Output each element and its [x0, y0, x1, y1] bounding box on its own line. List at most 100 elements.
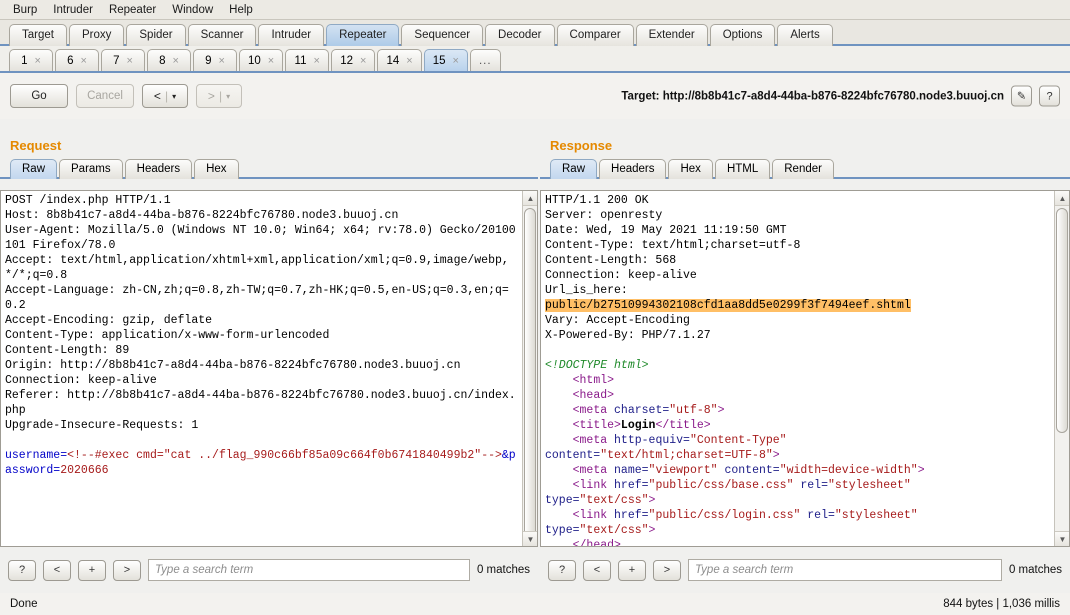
response-search-input[interactable]: Type a search term — [688, 559, 1002, 581]
menu-item-burp[interactable]: Burp — [6, 2, 44, 18]
back-button[interactable]: < | ▾ — [142, 84, 188, 108]
request-search-help-button[interactable]: ? — [8, 559, 36, 581]
response-body-line: </head> — [572, 539, 621, 546]
request-line: Referer: http://8b8b41c7-a8d4-44ba-b876-… — [5, 389, 516, 417]
cancel-button[interactable]: Cancel — [76, 84, 134, 108]
menu-item-repeater[interactable]: Repeater — [102, 2, 163, 18]
response-header-line: Url_is_here: — [545, 284, 628, 297]
close-icon[interactable]: × — [268, 55, 274, 67]
help-icon[interactable]: ? — [1039, 85, 1060, 107]
request-line: Content-Length: 89 — [5, 344, 130, 357]
close-icon[interactable]: × — [218, 55, 224, 67]
tab-alerts[interactable]: Alerts — [777, 24, 833, 46]
pencil-icon[interactable]: ✎ — [1011, 85, 1032, 107]
tab-spider[interactable]: Spider — [126, 24, 186, 46]
repeater-tab-9[interactable]: 9 × — [193, 49, 237, 71]
tab-sequencer[interactable]: Sequencer — [401, 24, 484, 46]
response-search-add-button[interactable]: + — [618, 559, 646, 581]
request-search-next-button[interactable]: > — [113, 559, 141, 581]
forward-button[interactable]: > | ▾ — [196, 84, 242, 108]
repeater-tab-label: 8 — [159, 54, 166, 67]
request-raw-text[interactable]: POST /index.php HTTP/1.1 Host: 8b8b41c7-a… — [1, 191, 522, 546]
request-line: User-Agent: Mozilla/5.0 (Windows NT 10.0… — [5, 224, 516, 252]
request-line: Accept: text/html,application/xhtml+xml,… — [5, 254, 509, 282]
button-separator: | — [164, 89, 169, 103]
response-tab-html[interactable]: HTML — [714, 159, 771, 179]
response-scrollbar[interactable]: ▲ ▼ — [1054, 191, 1069, 546]
repeater-tab-label: 11 — [294, 54, 307, 67]
repeater-tab-15[interactable]: 15 × — [423, 49, 468, 71]
response-tab-raw[interactable]: Raw — [550, 159, 598, 179]
status-bar: Done 844 bytes | 1,036 millis — [0, 593, 1070, 615]
close-icon[interactable]: × — [126, 55, 132, 67]
request-tab-hex[interactable]: Hex — [194, 159, 239, 179]
request-tab-raw[interactable]: Raw — [10, 159, 58, 179]
repeater-tab-strip: 1 × 6 × 7 × 8 × 9 × 10 × 11 × 12 × 14 × 15 ×... — [0, 46, 1070, 73]
scroll-down-icon[interactable]: ▼ — [1055, 531, 1069, 546]
repeater-tab-1[interactable]: 1 × — [9, 49, 53, 71]
scroll-up-icon[interactable]: ▲ — [1055, 191, 1069, 206]
close-icon[interactable]: × — [406, 55, 412, 67]
request-scrollbar[interactable]: ▲ ▼ — [522, 191, 537, 546]
response-body-line: <meta http-equiv="Content-Type" — [572, 434, 787, 447]
menu-item-help[interactable]: Help — [222, 2, 260, 18]
close-icon[interactable]: × — [172, 55, 178, 67]
close-icon[interactable]: × — [313, 55, 319, 67]
scrollbar-thumb[interactable] — [524, 208, 536, 538]
tab-comparer[interactable]: Comparer — [556, 24, 634, 46]
response-search-help-button[interactable]: ? — [548, 559, 576, 581]
highlighted-url-line: public/b27510994302108cfd1aa8dd5e0299f3f… — [545, 298, 1050, 313]
menu-item-window[interactable]: Window — [165, 2, 220, 18]
scroll-down-icon[interactable]: ▼ — [523, 531, 537, 546]
repeater-tab-label: 7 — [113, 54, 120, 67]
tab-proxy[interactable]: Proxy — [68, 24, 125, 46]
repeater-tab-moremoremore[interactable]: ... — [469, 49, 501, 71]
menu-item-intruder[interactable]: Intruder — [46, 2, 100, 18]
scrollbar-thumb[interactable] — [1056, 208, 1068, 433]
tab-extender[interactable]: Extender — [635, 24, 708, 46]
request-search-input[interactable]: Type a search term — [148, 559, 470, 581]
request-search-add-button[interactable]: + — [78, 559, 106, 581]
close-icon[interactable]: × — [453, 55, 459, 67]
tab-decoder[interactable]: Decoder — [485, 24, 555, 46]
close-icon[interactable]: × — [34, 55, 40, 67]
response-tab-render[interactable]: Render — [772, 159, 834, 179]
repeater-tab-11[interactable]: 11 × — [285, 49, 330, 71]
request-editor[interactable]: POST /index.php HTTP/1.1 Host: 8b8b41c7-a… — [0, 190, 538, 547]
request-match-count: 0 matches — [476, 564, 530, 576]
response-editor[interactable]: HTTP/1.1 200 OK Server: openresty Date: We… — [540, 190, 1070, 547]
request-tab-headers[interactable]: Headers — [124, 159, 193, 179]
response-raw-text[interactable]: HTTP/1.1 200 OK Server: openresty Date: We… — [541, 191, 1054, 546]
repeater-tab-7[interactable]: 7 × — [101, 49, 145, 71]
request-tab-params[interactable]: Params — [59, 159, 123, 179]
main-tab-strip: Target Proxy Spider Scanner Intruder Rep… — [0, 20, 1070, 46]
repeater-tab-label: ... — [478, 54, 492, 67]
repeater-tab-6[interactable]: 6 × — [55, 49, 99, 71]
repeater-tab-14[interactable]: 14 × — [377, 49, 422, 71]
response-search-next-button[interactable]: > — [653, 559, 681, 581]
response-tab-hex[interactable]: Hex — [668, 159, 713, 179]
response-stats: 844 bytes | 1,036 millis — [943, 598, 1060, 610]
tab-intruder[interactable]: Intruder — [258, 24, 325, 46]
tab-scanner[interactable]: Scanner — [187, 24, 257, 46]
close-icon[interactable]: × — [360, 55, 366, 67]
go-button[interactable]: Go — [10, 84, 68, 108]
tab-options[interactable]: Options — [709, 24, 776, 46]
request-search-prev-button[interactable]: < — [43, 559, 71, 581]
scroll-up-icon[interactable]: ▲ — [523, 191, 537, 206]
response-tab-headers[interactable]: Headers — [599, 159, 667, 179]
forward-arrow-icon: > — [207, 89, 215, 103]
response-header-line: Server: openresty — [545, 209, 663, 222]
response-search-prev-button[interactable]: < — [583, 559, 611, 581]
tab-repeater[interactable]: Repeater — [326, 24, 400, 46]
repeater-tab-8[interactable]: 8 × — [147, 49, 191, 71]
repeater-tab-label: 14 — [386, 54, 400, 67]
repeater-tab-12[interactable]: 12 × — [331, 49, 376, 71]
close-icon[interactable]: × — [80, 55, 86, 67]
response-subtabs: Raw Headers Hex HTML Render — [540, 157, 1070, 179]
tab-target[interactable]: Target — [9, 24, 67, 46]
chevron-down-icon: ▾ — [226, 91, 231, 101]
request-line: Accept-Encoding: gzip, deflate — [5, 314, 213, 327]
request-line: Content-Type: application/x-www-form-url… — [5, 329, 330, 342]
repeater-tab-10[interactable]: 10 × — [239, 49, 284, 71]
